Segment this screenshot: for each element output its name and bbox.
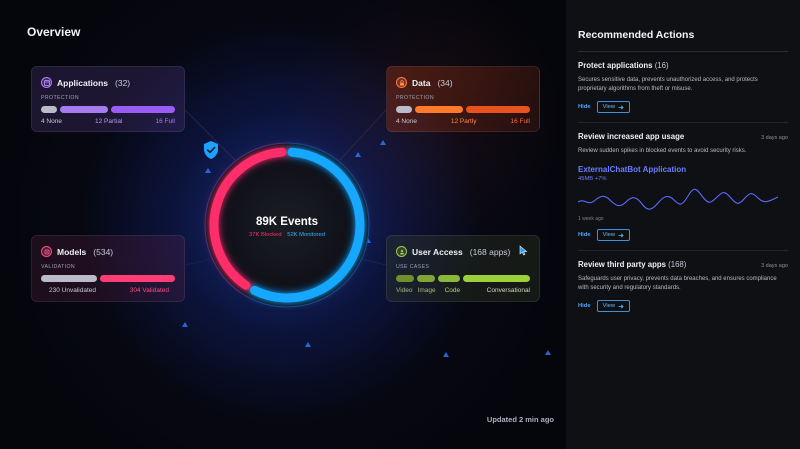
- legend-video: Video: [396, 287, 413, 294]
- hide-button[interactable]: Hide: [578, 303, 591, 309]
- bar-full: [466, 106, 530, 113]
- data-bars: [396, 106, 530, 113]
- events-blocked: 37K Blocked: [249, 232, 282, 238]
- bar-none: [41, 106, 57, 113]
- bar-partly: [415, 106, 463, 113]
- bar-video: [396, 275, 414, 282]
- hide-button[interactable]: Hide: [578, 104, 591, 110]
- sparkline-path: [578, 188, 778, 210]
- action-count: (16): [654, 61, 669, 70]
- app-window-icon: [41, 77, 52, 88]
- action-title: Review third party apps: [578, 260, 666, 269]
- data-subtitle: PROTECTION: [396, 95, 435, 101]
- events-monitored: 52K Monitored: [287, 232, 325, 238]
- bar-partial: [60, 106, 108, 113]
- updated-timestamp: Updated 2 min ago: [486, 415, 554, 424]
- bar-code: [438, 275, 460, 282]
- action-time: 3 days ago: [761, 263, 788, 269]
- events-ring[interactable]: 89K Events 37K Blocked 52K Monitored: [202, 140, 372, 310]
- view-label: View: [602, 104, 616, 110]
- action-title: Protect applications: [578, 61, 653, 70]
- action-title: Review increased app usage: [578, 132, 685, 141]
- action-time: 3 days ago: [761, 135, 788, 141]
- action-protect-applications: Protect applications (16) Secures sensit…: [578, 61, 788, 123]
- divider: [578, 250, 788, 251]
- divider: [578, 122, 788, 123]
- chart-title: ExternalChatBot Application: [578, 165, 687, 174]
- particle-icon: [380, 140, 386, 145]
- chart-axis-label: 1 week ago: [578, 216, 604, 222]
- legend-conversational: Conversational: [486, 287, 530, 294]
- action-description: Safeguards user privacy, prevents data b…: [578, 276, 777, 291]
- user-access-card[interactable]: User Access (168 apps) USE CASES Video I…: [386, 235, 540, 302]
- particle-icon: [545, 350, 551, 355]
- legend-full: 16 Full: [155, 118, 175, 125]
- legend-none: 4 None: [396, 118, 417, 125]
- models-bars: [41, 275, 175, 282]
- bar-image: [417, 275, 435, 282]
- particle-icon: [182, 322, 188, 327]
- user-access-title: User Access: [412, 246, 463, 257]
- events-total: 89K Events: [255, 216, 318, 228]
- lock-icon: [396, 77, 407, 88]
- models-card[interactable]: Models (534) VALIDATION 230 Unvalidated …: [31, 235, 185, 302]
- applications-count: (32): [115, 77, 131, 88]
- bar-full: [111, 106, 175, 113]
- models-title: Models: [57, 246, 87, 257]
- data-card[interactable]: Data (34) PROTECTION 4 None 12 Partly 16…: [386, 66, 540, 132]
- hide-button[interactable]: Hide: [578, 232, 591, 238]
- legend-code: Code: [444, 287, 461, 294]
- data-title: Data: [412, 77, 431, 88]
- view-label: View: [602, 303, 616, 309]
- view-button[interactable]: View: [596, 229, 631, 241]
- models-count: (534): [93, 246, 114, 257]
- action-count: (168): [668, 260, 687, 269]
- legend-partly: 12 Partly: [450, 118, 477, 125]
- applications-bars: [41, 106, 175, 113]
- user-access-bars: [396, 275, 530, 282]
- chart-subtitle: 45MB +7%: [578, 176, 607, 182]
- bar-unvalidated: [41, 275, 98, 282]
- view-button[interactable]: View: [596, 101, 631, 113]
- applications-title: Applications: [57, 77, 109, 88]
- action-review-third-party: Review third party apps (168) 3 days ago…: [578, 260, 788, 312]
- bar-none: [396, 106, 412, 113]
- action-review-app-usage: Review increased app usage 3 days ago Re…: [578, 132, 788, 251]
- bar-conversational: [463, 275, 530, 282]
- usage-sparkline: [578, 188, 778, 210]
- arrow-right-icon: [618, 233, 624, 237]
- model-icon: [41, 246, 52, 257]
- action-description: Secures sensitive data, prevents unautho…: [578, 77, 758, 92]
- overview-stage: Overview Applications (32) PROTECTION 4 …: [0, 0, 566, 449]
- user-access-count: (168 apps): [469, 246, 511, 257]
- legend-full: 16 Full: [510, 118, 530, 125]
- legend-none: 4 None: [41, 118, 62, 125]
- legend-image: Image: [417, 287, 436, 294]
- applications-subtitle: PROTECTION: [41, 95, 80, 101]
- particle-icon: [305, 342, 311, 347]
- legend-validated: 304 Validated: [129, 287, 169, 294]
- legend-partial: 12 Partial: [94, 118, 123, 125]
- arrow-right-icon: [618, 304, 624, 308]
- divider: [578, 51, 788, 52]
- legend-unvalidated: 230 Unvalidated: [49, 287, 96, 294]
- models-subtitle: VALIDATION: [41, 264, 76, 270]
- user-access-subtitle: USE CASES: [396, 264, 430, 270]
- recommended-actions-panel: Recommended Actions Protect applications…: [566, 0, 800, 449]
- applications-card[interactable]: Applications (32) PROTECTION 4 None 12 P…: [31, 66, 185, 132]
- users-icon: [396, 246, 407, 257]
- arrow-right-icon: [618, 105, 624, 109]
- view-label: View: [602, 232, 616, 238]
- bar-validated: [100, 275, 175, 282]
- pointer-cursor-icon: [519, 243, 529, 261]
- data-count: (34): [437, 77, 453, 88]
- panel-title: Recommended Actions: [578, 29, 695, 41]
- action-description: Review sudden spikes in blocked events t…: [578, 148, 747, 154]
- particle-icon: [443, 352, 449, 357]
- view-button[interactable]: View: [596, 300, 631, 312]
